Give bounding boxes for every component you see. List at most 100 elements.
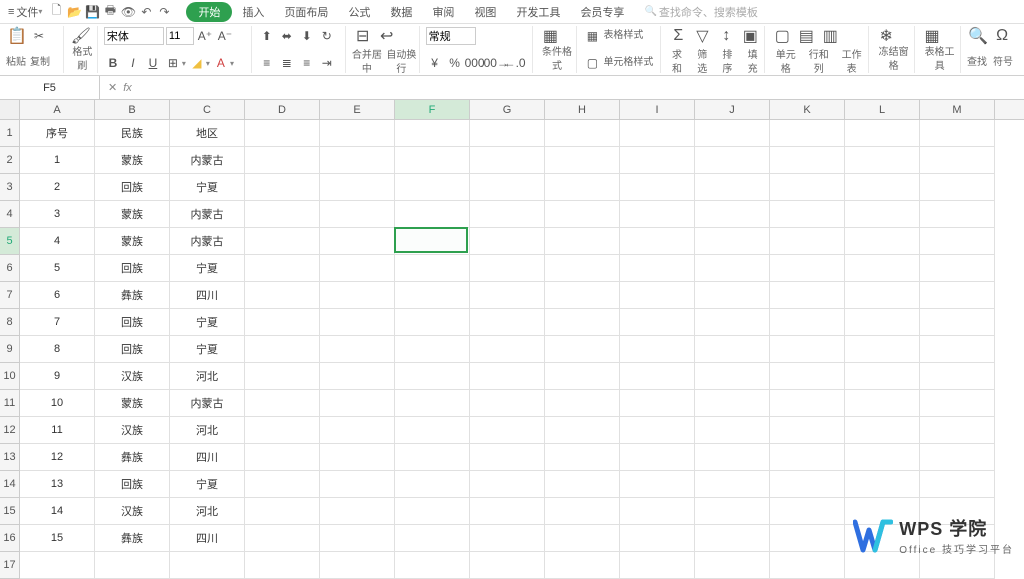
cell-E15[interactable] bbox=[320, 498, 395, 525]
col-header-C[interactable]: C bbox=[170, 100, 245, 119]
cell-K13[interactable] bbox=[770, 444, 845, 471]
preview-icon[interactable]: 👁 bbox=[120, 4, 136, 20]
cell-A5[interactable]: 4 bbox=[20, 228, 95, 255]
font-color-icon[interactable]: A bbox=[212, 54, 230, 72]
cell-H11[interactable] bbox=[545, 390, 620, 417]
tab-start[interactable]: 开始 bbox=[186, 2, 232, 22]
cell-L2[interactable] bbox=[845, 147, 920, 174]
cell-E4[interactable] bbox=[320, 201, 395, 228]
cell-D12[interactable] bbox=[245, 417, 320, 444]
cell-L10[interactable] bbox=[845, 363, 920, 390]
cell-C12[interactable]: 河北 bbox=[170, 417, 245, 444]
formula-input[interactable] bbox=[140, 76, 1024, 99]
cell-E7[interactable] bbox=[320, 282, 395, 309]
cell-A12[interactable]: 11 bbox=[20, 417, 95, 444]
col-header-B[interactable]: B bbox=[95, 100, 170, 119]
cell-F16[interactable] bbox=[395, 525, 470, 552]
redo-icon[interactable]: ↷ bbox=[156, 4, 172, 20]
cell-B1[interactable]: 民族 bbox=[95, 120, 170, 147]
merge-icon[interactable]: ⊟ bbox=[352, 23, 374, 49]
command-search[interactable]: 查找命令、搜索模板 bbox=[644, 4, 757, 20]
col-header-M[interactable]: M bbox=[920, 100, 995, 119]
row-header-15[interactable]: 15 bbox=[0, 498, 20, 525]
cell-G11[interactable] bbox=[470, 390, 545, 417]
cell-C6[interactable]: 宁夏 bbox=[170, 255, 245, 282]
cell-I12[interactable] bbox=[620, 417, 695, 444]
cell-H9[interactable] bbox=[545, 336, 620, 363]
cell-G1[interactable] bbox=[470, 120, 545, 147]
col-header-F[interactable]: F bbox=[395, 100, 470, 119]
col-header-I[interactable]: I bbox=[620, 100, 695, 119]
fill-color-icon[interactable]: ◢ bbox=[188, 54, 206, 72]
paste-icon[interactable]: 📋 bbox=[6, 23, 28, 49]
cell-E6[interactable] bbox=[320, 255, 395, 282]
print-icon[interactable]: 🖶 bbox=[102, 4, 118, 20]
cell-D7[interactable] bbox=[245, 282, 320, 309]
cell-F5[interactable] bbox=[395, 228, 470, 255]
cell-K8[interactable] bbox=[770, 309, 845, 336]
cell-K9[interactable] bbox=[770, 336, 845, 363]
cell-B7[interactable]: 彝族 bbox=[95, 282, 170, 309]
cell-B15[interactable]: 汉族 bbox=[95, 498, 170, 525]
cell-D8[interactable] bbox=[245, 309, 320, 336]
cell-G8[interactable] bbox=[470, 309, 545, 336]
fill-icon[interactable]: ▣ bbox=[739, 23, 761, 49]
cell-H5[interactable] bbox=[545, 228, 620, 255]
cell-H3[interactable] bbox=[545, 174, 620, 201]
row-header-5[interactable]: 5 bbox=[0, 228, 20, 255]
tab-layout[interactable]: 页面布局 bbox=[274, 1, 338, 23]
cell-H2[interactable] bbox=[545, 147, 620, 174]
cell-A9[interactable]: 8 bbox=[20, 336, 95, 363]
col-header-H[interactable]: H bbox=[545, 100, 620, 119]
cell-G9[interactable] bbox=[470, 336, 545, 363]
cell-I7[interactable] bbox=[620, 282, 695, 309]
cell-B13[interactable]: 彝族 bbox=[95, 444, 170, 471]
cell-D9[interactable] bbox=[245, 336, 320, 363]
cell-A10[interactable]: 9 bbox=[20, 363, 95, 390]
cell-H13[interactable] bbox=[545, 444, 620, 471]
cell-J9[interactable] bbox=[695, 336, 770, 363]
cell-L4[interactable] bbox=[845, 201, 920, 228]
cell-A11[interactable]: 10 bbox=[20, 390, 95, 417]
cell-C15[interactable]: 河北 bbox=[170, 498, 245, 525]
decrease-font-icon[interactable]: A⁻ bbox=[216, 27, 234, 45]
col-header-E[interactable]: E bbox=[320, 100, 395, 119]
cell-A8[interactable]: 7 bbox=[20, 309, 95, 336]
cell-K5[interactable] bbox=[770, 228, 845, 255]
cell-G16[interactable] bbox=[470, 525, 545, 552]
cell-G17[interactable] bbox=[470, 552, 545, 579]
row-header-9[interactable]: 9 bbox=[0, 336, 20, 363]
cell-C17[interactable] bbox=[170, 552, 245, 579]
cell-E10[interactable] bbox=[320, 363, 395, 390]
tab-member[interactable]: 会员专享 bbox=[570, 1, 634, 23]
cell-C14[interactable]: 宁夏 bbox=[170, 471, 245, 498]
cell-I8[interactable] bbox=[620, 309, 695, 336]
cell-K14[interactable] bbox=[770, 471, 845, 498]
cell-K10[interactable] bbox=[770, 363, 845, 390]
cell-H8[interactable] bbox=[545, 309, 620, 336]
cell-B16[interactable]: 彝族 bbox=[95, 525, 170, 552]
cell-L14[interactable] bbox=[845, 471, 920, 498]
col-header-J[interactable]: J bbox=[695, 100, 770, 119]
cell-E11[interactable] bbox=[320, 390, 395, 417]
cell-H1[interactable] bbox=[545, 120, 620, 147]
cell-A15[interactable]: 14 bbox=[20, 498, 95, 525]
row-header-7[interactable]: 7 bbox=[0, 282, 20, 309]
bold-button[interactable]: B bbox=[104, 54, 122, 72]
cell-E13[interactable] bbox=[320, 444, 395, 471]
cell-K3[interactable] bbox=[770, 174, 845, 201]
cell-M13[interactable] bbox=[920, 444, 995, 471]
number-format-select[interactable] bbox=[426, 27, 476, 45]
border-icon[interactable]: ⊞ bbox=[164, 54, 182, 72]
cell-C9[interactable]: 宁夏 bbox=[170, 336, 245, 363]
cell-M11[interactable] bbox=[920, 390, 995, 417]
cell-K2[interactable] bbox=[770, 147, 845, 174]
name-box[interactable]: F5 bbox=[0, 76, 100, 99]
cell-G6[interactable] bbox=[470, 255, 545, 282]
percent-icon[interactable]: % bbox=[446, 54, 464, 72]
cell-H14[interactable] bbox=[545, 471, 620, 498]
cell-H10[interactable] bbox=[545, 363, 620, 390]
cell-I6[interactable] bbox=[620, 255, 695, 282]
cell-E17[interactable] bbox=[320, 552, 395, 579]
cell-M1[interactable] bbox=[920, 120, 995, 147]
